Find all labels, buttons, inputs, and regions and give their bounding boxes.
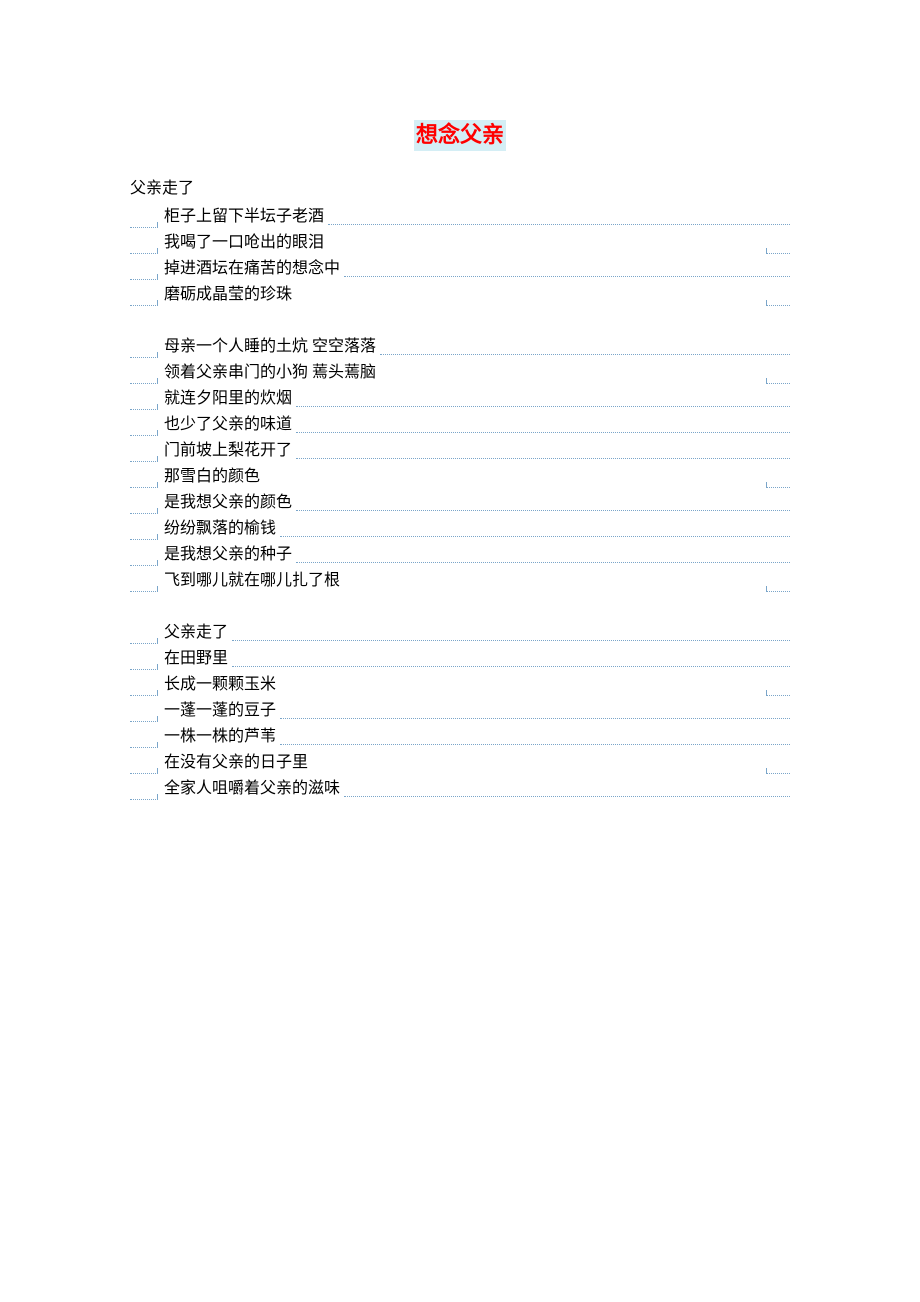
- poem-line: 在没有父亲的日子里: [130, 752, 790, 778]
- poem-line: 领着父亲串门的小狗 蔫头蔫脑: [130, 362, 790, 388]
- poem-line: 飞到哪儿就在哪儿扎了根: [130, 570, 790, 596]
- poem-line-text: 是我想父亲的种子: [164, 544, 292, 566]
- margin-tick-icon: [130, 305, 158, 306]
- poem-line: 父亲走了: [130, 622, 790, 648]
- poem-line-text: 是我想父亲的颜色: [164, 492, 292, 514]
- dotted-rule-icon: [296, 458, 790, 459]
- margin-tick-icon: [130, 669, 158, 670]
- margin-tick-icon: [130, 591, 158, 592]
- margin-tick-icon: [130, 539, 158, 540]
- margin-tick-icon: [130, 409, 158, 410]
- dotted-rule-icon: [766, 591, 790, 592]
- poem-line-text: 也少了父亲的味道: [164, 414, 292, 436]
- margin-tick-icon: [130, 461, 158, 462]
- poem-body: 父亲走了 柜子上留下半坛子老酒 我喝了一口呛出的眼泪 掉进酒坛在痛苦的想念中 磨…: [0, 175, 920, 804]
- poem-line-text: 在田野里: [164, 648, 228, 670]
- stanza-1: 柜子上留下半坛子老酒 我喝了一口呛出的眼泪 掉进酒坛在痛苦的想念中 磨砺成晶莹的…: [130, 206, 790, 310]
- poem-line-text: 一蓬一蓬的豆子: [164, 700, 276, 722]
- margin-tick-icon: [130, 279, 158, 280]
- dotted-rule-icon: [344, 276, 790, 277]
- dotted-rule-icon: [280, 718, 790, 719]
- dotted-rule-icon: [296, 406, 790, 407]
- dotted-rule-icon: [766, 487, 790, 488]
- dotted-rule-icon: [766, 305, 790, 306]
- margin-tick-icon: [130, 747, 158, 748]
- poem-line: 全家人咀嚼着父亲的滋味: [130, 778, 790, 804]
- poem-line-text: 磨砺成晶莹的珍珠: [164, 284, 292, 306]
- stanza-break: [130, 310, 790, 336]
- dotted-rule-icon: [344, 796, 790, 797]
- margin-tick-icon: [130, 383, 158, 384]
- margin-tick-icon: [130, 357, 158, 358]
- margin-tick-icon: [130, 435, 158, 436]
- poem-line: 长成一颗颗玉米: [130, 674, 790, 700]
- poem-line: 我喝了一口呛出的眼泪: [130, 232, 790, 258]
- stanza-3: 父亲走了 在田野里 长成一颗颗玉米 一蓬一蓬的豆子 一株一株的芦苇: [130, 622, 790, 804]
- dotted-rule-icon: [296, 432, 790, 433]
- margin-tick-icon: [130, 253, 158, 254]
- poem-line: 纷纷飘落的榆钱: [130, 518, 790, 544]
- margin-tick-icon: [130, 643, 158, 644]
- poem-line-text: 一株一株的芦苇: [164, 726, 276, 748]
- poem-line: 母亲一个人睡的土炕 空空落落: [130, 336, 790, 362]
- dotted-rule-icon: [380, 354, 790, 355]
- margin-tick-icon: [130, 799, 158, 800]
- poem-line-text: 飞到哪儿就在哪儿扎了根: [164, 570, 340, 592]
- dotted-rule-icon: [232, 666, 790, 667]
- poem-line: 是我想父亲的颜色: [130, 492, 790, 518]
- dotted-rule-icon: [766, 383, 790, 384]
- dotted-rule-icon: [328, 224, 790, 225]
- poem-line: 门前坡上梨花开了: [130, 440, 790, 466]
- margin-tick-icon: [130, 565, 158, 566]
- margin-tick-icon: [130, 227, 158, 228]
- poem-line-text: 门前坡上梨花开了: [164, 440, 292, 462]
- document-title: 想念父亲: [414, 120, 506, 151]
- dotted-rule-icon: [296, 510, 790, 511]
- poem-line: 磨砺成晶莹的珍珠: [130, 284, 790, 310]
- poem-line: 就连夕阳里的炊烟: [130, 388, 790, 414]
- margin-tick-icon: [130, 487, 158, 488]
- poem-opening-line: 父亲走了: [130, 175, 790, 204]
- poem-line: 掉进酒坛在痛苦的想念中: [130, 258, 790, 284]
- dotted-rule-icon: [232, 640, 790, 641]
- poem-line: 也少了父亲的味道: [130, 414, 790, 440]
- poem-line-text: 掉进酒坛在痛苦的想念中: [164, 258, 340, 280]
- poem-line-text: 在没有父亲的日子里: [164, 752, 308, 774]
- poem-line-text: 父亲走了: [164, 622, 228, 644]
- title-container: 想念父亲: [0, 120, 920, 151]
- document-page: 想念父亲 父亲走了 柜子上留下半坛子老酒 我喝了一口呛出的眼泪 掉进酒坛在痛苦的…: [0, 120, 920, 804]
- poem-line-text: 母亲一个人睡的土炕 空空落落: [164, 336, 376, 358]
- poem-line-text: 柜子上留下半坛子老酒: [164, 206, 324, 228]
- poem-line: 一蓬一蓬的豆子: [130, 700, 790, 726]
- poem-line-text: 就连夕阳里的炊烟: [164, 388, 292, 410]
- margin-tick-icon: [130, 721, 158, 722]
- dotted-rule-icon: [766, 695, 790, 696]
- poem-line: 柜子上留下半坛子老酒: [130, 206, 790, 232]
- poem-line-text: 那雪白的颜色: [164, 466, 260, 488]
- dotted-rule-icon: [296, 562, 790, 563]
- dotted-rule-icon: [280, 744, 790, 745]
- margin-tick-icon: [130, 513, 158, 514]
- dotted-rule-icon: [280, 536, 790, 537]
- poem-line: 那雪白的颜色: [130, 466, 790, 492]
- poem-line: 一株一株的芦苇: [130, 726, 790, 752]
- poem-line: 在田野里: [130, 648, 790, 674]
- dotted-rule-icon: [766, 773, 790, 774]
- poem-line-text: 领着父亲串门的小狗 蔫头蔫脑: [164, 362, 376, 384]
- poem-line-text: 全家人咀嚼着父亲的滋味: [164, 778, 340, 800]
- dotted-rule-icon: [766, 253, 790, 254]
- poem-line: 是我想父亲的种子: [130, 544, 790, 570]
- margin-tick-icon: [130, 695, 158, 696]
- stanza-break: [130, 596, 790, 622]
- stanza-2: 母亲一个人睡的土炕 空空落落 领着父亲串门的小狗 蔫头蔫脑 就连夕阳里的炊烟 也…: [130, 336, 790, 596]
- margin-tick-icon: [130, 773, 158, 774]
- poem-line-text: 纷纷飘落的榆钱: [164, 518, 276, 540]
- poem-line-text: 我喝了一口呛出的眼泪: [164, 232, 324, 254]
- poem-line-text: 长成一颗颗玉米: [164, 674, 276, 696]
